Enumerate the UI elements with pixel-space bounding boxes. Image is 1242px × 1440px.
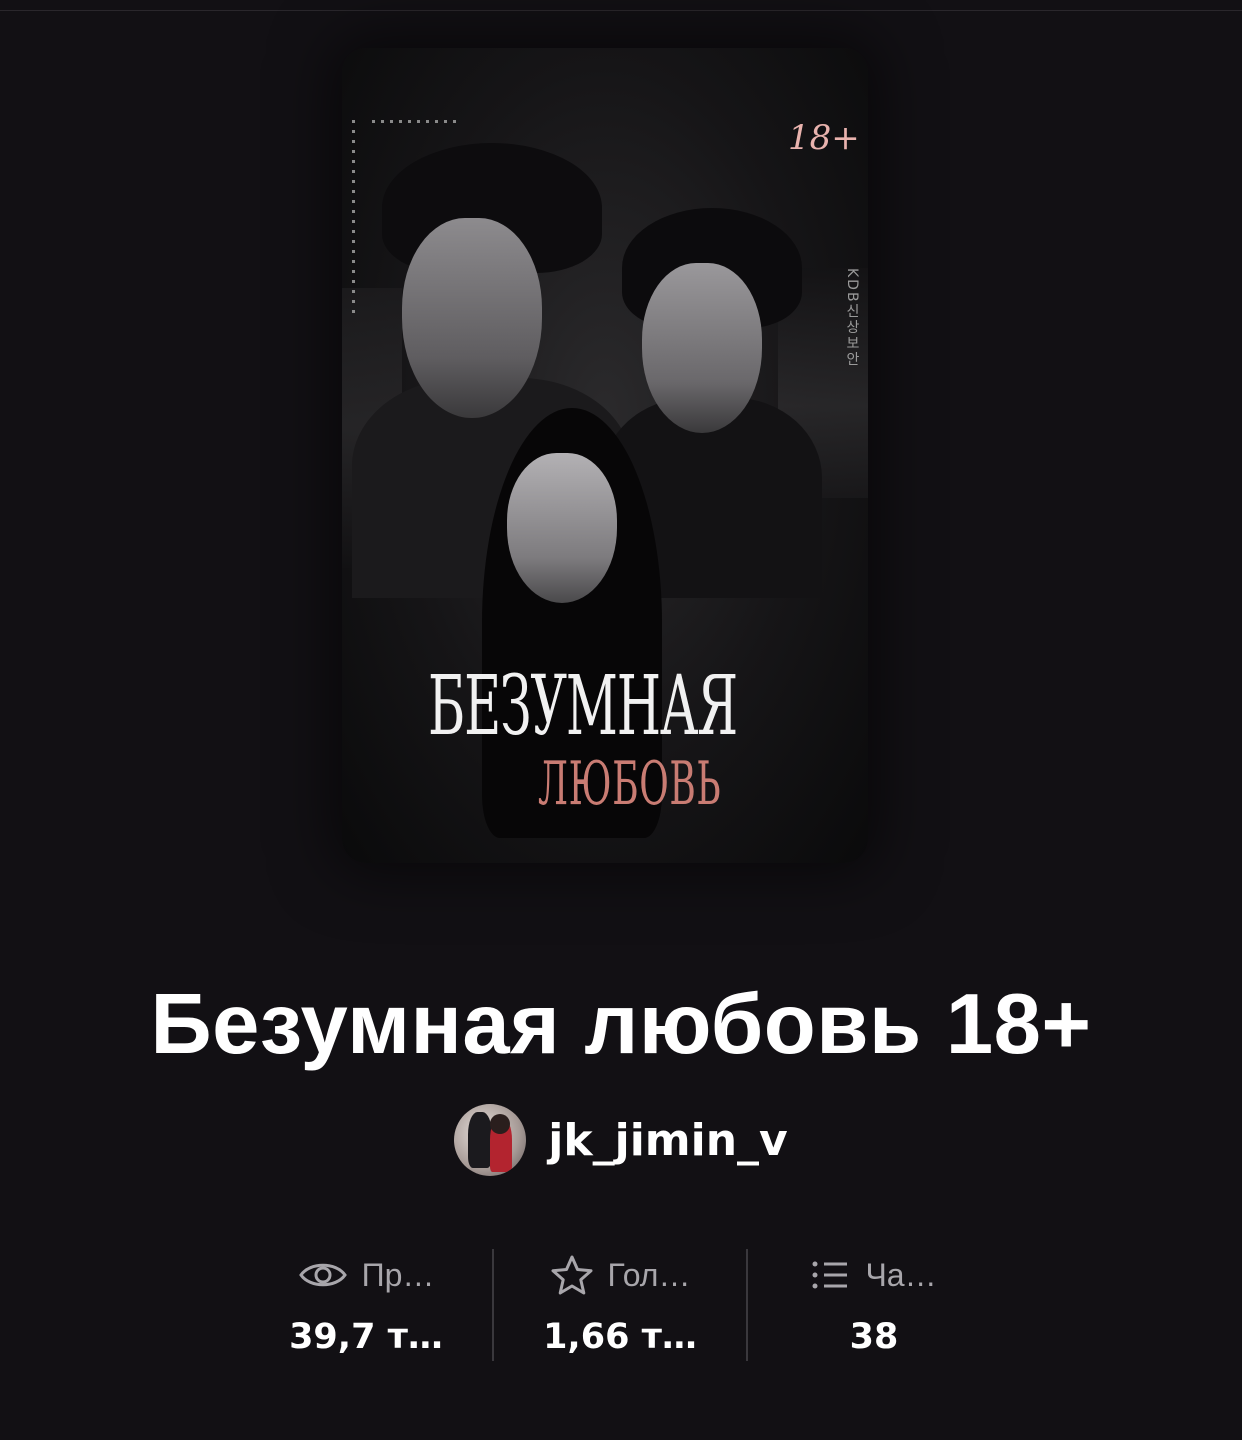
stat-parts-header: Ча… bbox=[811, 1245, 937, 1305]
cover-dots-left bbox=[352, 120, 355, 320]
stat-parts-label: Ча… bbox=[865, 1256, 937, 1293]
stat-views-header: Пр… bbox=[298, 1245, 435, 1305]
stat-views-label: Пр… bbox=[361, 1256, 435, 1293]
stat-votes-header: Гол… bbox=[550, 1245, 691, 1305]
cover-figure-woman-face bbox=[507, 453, 617, 603]
author-avatar[interactable] bbox=[454, 1104, 527, 1176]
star-icon bbox=[550, 1254, 594, 1296]
cover-age-badge: 18+ bbox=[788, 118, 860, 158]
cover-vertical-text: KDB신상보안 bbox=[844, 268, 860, 368]
author-link[interactable]: jk_jimin_v bbox=[0, 1104, 1242, 1176]
book-detail-page: KDB신상보안 18+ БЕЗУМНАЯ ЛЮБОВЬ Безумная люб… bbox=[0, 0, 1242, 1440]
author-name[interactable]: jk_jimin_v bbox=[548, 1115, 787, 1166]
stat-votes-value: 1,66 т… bbox=[543, 1317, 697, 1357]
list-icon bbox=[811, 1258, 851, 1292]
stat-views-value: 39,7 т… bbox=[289, 1317, 443, 1357]
eye-icon bbox=[298, 1258, 348, 1292]
stats-bar: Пр… 39,7 т… Гол… 1,66 т… Ча… 38 bbox=[240, 1245, 1000, 1363]
cover-title-line2: ЛЮБОВЬ bbox=[538, 749, 722, 819]
stat-parts: Ча… 38 bbox=[748, 1245, 1000, 1363]
cover-title-line1: БЕЗУМНАЯ bbox=[428, 659, 738, 754]
book-cover-image[interactable]: KDB신상보안 18+ БЕЗУМНАЯ ЛЮБОВЬ bbox=[342, 48, 868, 863]
cover-figure-man-left-face bbox=[402, 218, 542, 418]
stat-parts-value: 38 bbox=[849, 1317, 899, 1357]
book-title: Безумная любовь 18+ bbox=[150, 977, 1092, 1072]
cover-figure-man-right-face bbox=[642, 263, 762, 433]
cover-dots-top bbox=[372, 120, 462, 123]
stat-votes: Гол… 1,66 т… bbox=[494, 1245, 746, 1363]
stat-views: Пр… 39,7 т… bbox=[240, 1245, 492, 1363]
stat-votes-label: Гол… bbox=[607, 1256, 691, 1293]
top-divider bbox=[0, 10, 1242, 11]
avatar-figure-dark bbox=[468, 1112, 493, 1168]
